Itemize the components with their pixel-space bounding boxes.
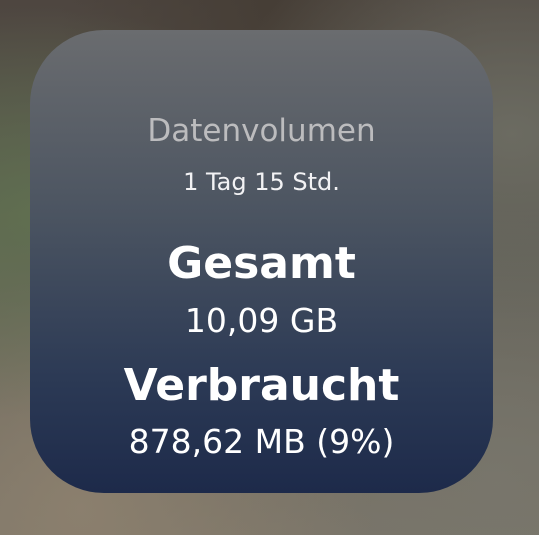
widget-title: Datenvolumen (147, 113, 376, 149)
total-label: Gesamt (167, 238, 356, 289)
used-label: Verbraucht (123, 360, 400, 411)
used-value: 878,62 MB (9%) (128, 422, 395, 461)
total-value: 10,09 GB (184, 301, 339, 340)
period-label: 1 Tag 15 Std. (183, 168, 340, 196)
data-usage-widget[interactable]: Datenvolumen 1 Tag 15 Std. Gesamt 10,09 … (30, 30, 493, 493)
